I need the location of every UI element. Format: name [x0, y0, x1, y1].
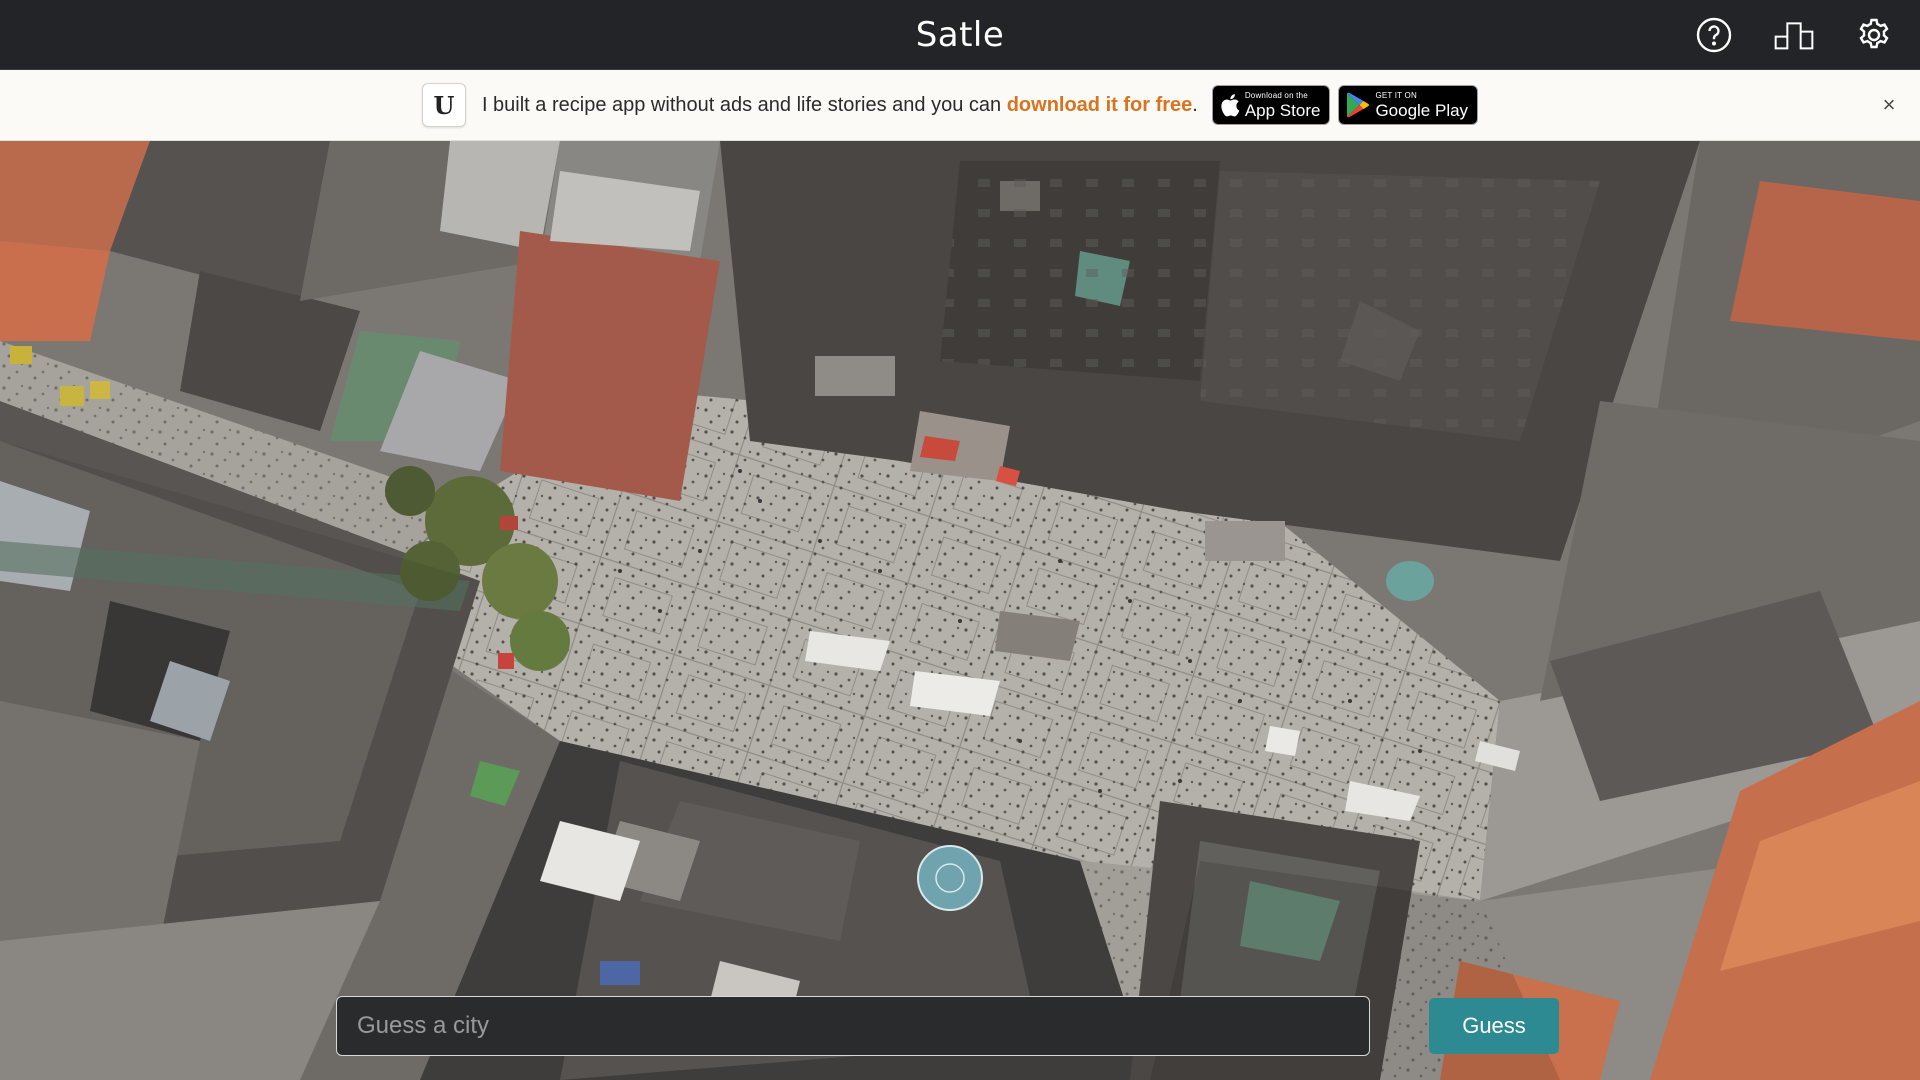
promo-banner: U I built a recipe app without ads and l… [0, 70, 1920, 141]
download-link[interactable]: download it for free [1007, 94, 1193, 116]
help-icon[interactable] [1694, 15, 1734, 55]
top-bar: Satle [0, 0, 1920, 70]
promo-app-logo[interactable]: U [421, 83, 466, 127]
promo-message: I built a recipe app without ads and lif… [482, 94, 1198, 117]
city-guess-input[interactable] [336, 996, 1370, 1056]
apple-icon [1221, 94, 1240, 117]
close-banner-button[interactable]: × [1874, 90, 1904, 120]
google-play-button[interactable]: GET IT ON Google Play [1338, 85, 1479, 125]
promo-text: I built a recipe app without ads and lif… [481, 93, 1007, 116]
satellite-image [0, 141, 1920, 1080]
promo-content: U I built a recipe app without ads and l… [421, 83, 1479, 127]
settings-icon[interactable] [1854, 15, 1894, 55]
app-title: Satle [915, 14, 1005, 55]
app-store-small: Download on the [1244, 90, 1308, 100]
app-store-button[interactable]: Download on the App Store [1211, 85, 1331, 125]
header-icons [1694, 0, 1894, 70]
stats-icon[interactable] [1774, 15, 1814, 55]
google-play-icon [1347, 92, 1370, 118]
app-store-big: App Store [1244, 100, 1321, 120]
guess-button[interactable]: Guess [1429, 998, 1559, 1054]
google-play-small: GET IT ON [1375, 90, 1417, 100]
promo-text-end: . [1192, 93, 1198, 116]
google-play-big: Google Play [1375, 100, 1469, 120]
